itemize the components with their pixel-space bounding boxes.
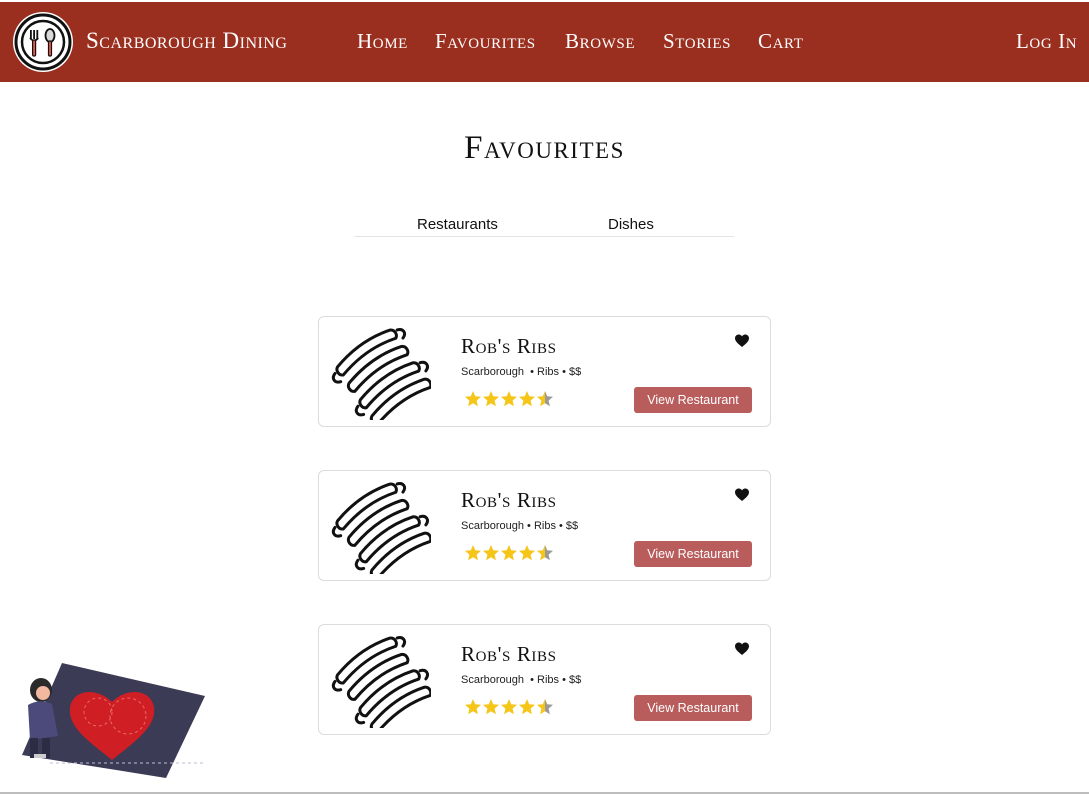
- restaurant-name[interactable]: Rob's Ribs: [461, 488, 557, 513]
- brand-name[interactable]: Scarborough Dining: [86, 28, 288, 54]
- heart-icon[interactable]: [734, 333, 750, 349]
- restaurant-meta: Scarborough • Ribs • $$: [461, 674, 582, 686]
- restaurant-name[interactable]: Rob's Ribs: [461, 642, 557, 667]
- rating-stars: [464, 698, 554, 716]
- star-icon: [464, 390, 482, 413]
- login-link[interactable]: Log In: [1016, 29, 1077, 54]
- star-icon: [518, 390, 536, 413]
- nav-home[interactable]: Home: [357, 29, 408, 54]
- ribs-icon: [331, 325, 433, 426]
- restaurant-meta: Scarborough • Ribs • $$: [461, 366, 582, 378]
- view-restaurant-button[interactable]: View Restaurant: [634, 541, 752, 567]
- tab-restaurants[interactable]: Restaurants: [417, 216, 498, 233]
- heart-icon[interactable]: [734, 487, 750, 503]
- ribs-icon: [331, 479, 433, 580]
- nav-browse[interactable]: Browse: [565, 29, 635, 54]
- star-icon: [518, 698, 536, 721]
- ribs-icon: [331, 633, 433, 734]
- star-icon: [536, 544, 554, 567]
- star-icon: [518, 544, 536, 567]
- restaurant-card[interactable]: Rob's Ribs Scarborough • Ribs • $$ View …: [318, 316, 771, 427]
- fork-spoon-logo-icon[interactable]: [13, 12, 73, 72]
- star-icon: [482, 544, 500, 567]
- view-restaurant-button[interactable]: View Restaurant: [634, 695, 752, 721]
- favourites-illustration: [20, 660, 210, 784]
- page-title: Favourites: [464, 130, 625, 166]
- view-restaurant-button[interactable]: View Restaurant: [634, 387, 752, 413]
- star-icon: [482, 390, 500, 413]
- rating-stars: [464, 390, 554, 408]
- rating-stars: [464, 544, 554, 562]
- nav-favourites[interactable]: Favourites: [435, 29, 536, 54]
- star-icon: [500, 698, 518, 721]
- nav-cart[interactable]: Cart: [758, 29, 804, 54]
- heart-icon[interactable]: [734, 641, 750, 657]
- restaurant-card[interactable]: Rob's Ribs Scarborough • Ribs • $$ View …: [318, 624, 771, 735]
- star-icon: [500, 390, 518, 413]
- star-icon: [482, 698, 500, 721]
- tab-divider: [355, 236, 734, 237]
- top-navbar: Scarborough Dining Home Favourites Brows…: [0, 2, 1089, 82]
- restaurant-name[interactable]: Rob's Ribs: [461, 334, 557, 359]
- star-icon: [536, 698, 554, 721]
- star-icon: [464, 544, 482, 567]
- tab-dishes[interactable]: Dishes: [608, 216, 654, 233]
- star-icon: [536, 390, 554, 413]
- star-icon: [500, 544, 518, 567]
- restaurant-meta: Scarborough • Ribs • $$: [461, 520, 579, 532]
- restaurant-card[interactable]: Rob's Ribs Scarborough • Ribs • $$ View …: [318, 470, 771, 581]
- nav-stories[interactable]: Stories: [663, 29, 731, 54]
- star-icon: [464, 698, 482, 721]
